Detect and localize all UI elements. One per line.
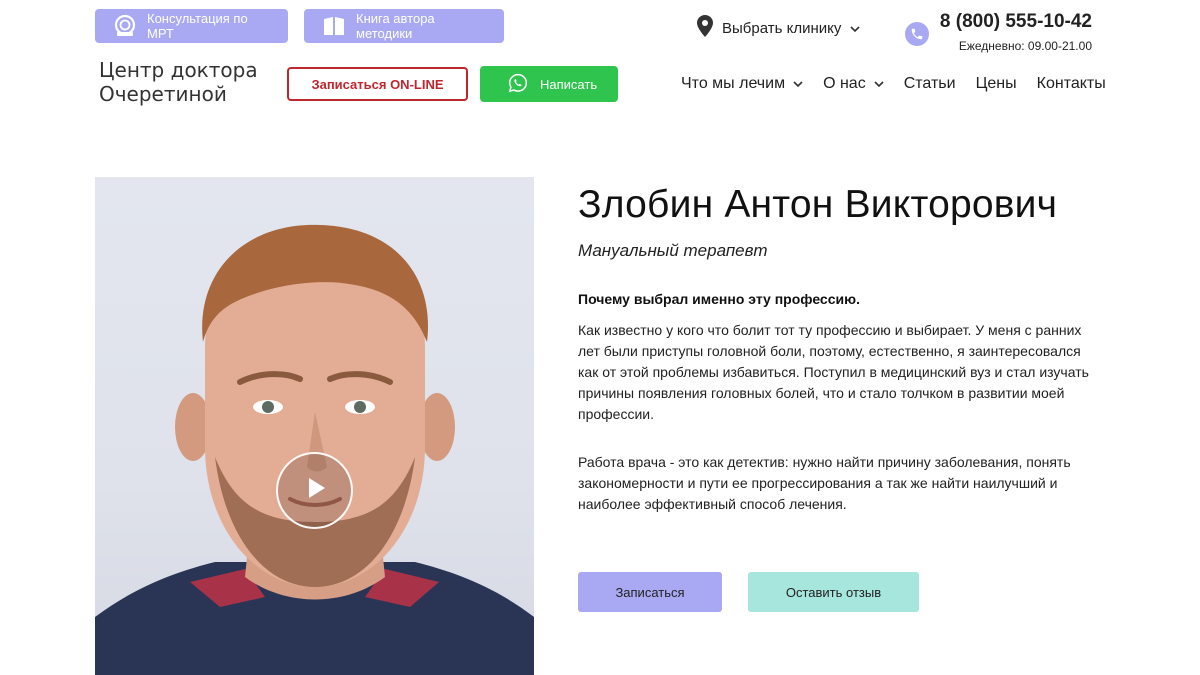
nav-item-label: Что мы лечим: [681, 75, 786, 92]
location-pin-icon: [697, 15, 713, 41]
doctor-name: Злобин Антон Викторович: [578, 183, 1058, 226]
phone-number[interactable]: 8 (800) 555-10-42: [940, 11, 1092, 33]
leave-review-button[interactable]: Оставить отзыв: [748, 572, 919, 612]
nav-item-prices[interactable]: Цены: [976, 75, 1017, 93]
bio-paragraph-1: Как известно у кого что болит тот ту про…: [578, 322, 1089, 422]
chevron-down-icon: [850, 20, 860, 37]
video-play-button[interactable]: [276, 452, 353, 529]
doctor-portrait: [95, 224, 534, 675]
chevron-down-icon: [793, 75, 803, 93]
doctor-video-preview[interactable]: [95, 177, 534, 675]
mri-consultation-button[interactable]: Консультация по МРТ: [95, 9, 288, 43]
nav-item-label: Статьи: [903, 75, 956, 92]
book-appointment-button[interactable]: Записаться: [578, 572, 722, 612]
nav-item-contacts[interactable]: Контакты: [1037, 75, 1106, 93]
site-logo[interactable]: Центр доктора Очеретиной: [99, 58, 279, 106]
whatsapp-icon: [508, 73, 528, 96]
clinic-select-label: Выбрать клинику: [722, 19, 842, 37]
nav-item-label: О нас: [823, 75, 866, 92]
whatsapp-button[interactable]: Написать: [480, 66, 618, 102]
phone-hours: Ежедневно: 09.00-21.00: [958, 39, 1092, 53]
phone-block: 8 (800) 555-10-42 Ежедневно: 09.00-21.00: [905, 11, 1095, 57]
online-booking-button[interactable]: Записаться ON-LINE: [287, 67, 468, 101]
mri-consultation-label: Консультация по МРТ: [147, 11, 248, 41]
logo-line-1: Центр доктора: [99, 58, 258, 82]
nav-item-label: Цены: [975, 75, 1017, 92]
clinic-select[interactable]: Выбрать клинику: [697, 14, 860, 42]
mri-scanner-icon: [113, 14, 137, 38]
author-book-label: Книга автора методики: [356, 11, 435, 41]
nav-item-about[interactable]: О нас: [823, 75, 884, 93]
bio-paragraph-2: Работа врача - это как детектив: нужно н…: [578, 454, 1071, 512]
book-icon: [322, 14, 346, 38]
doctor-specialty: Мануальный терапевт: [578, 241, 768, 260]
main-nav: Что мы лечим О нас Статьи Цены Контакты: [681, 72, 1106, 96]
phone-icon[interactable]: [905, 22, 929, 46]
nav-item-label: Контакты: [1036, 75, 1106, 92]
nav-item-what-we-treat[interactable]: Что мы лечим: [681, 75, 803, 93]
author-book-button[interactable]: Книга автора методики: [304, 9, 504, 43]
chevron-down-icon: [874, 75, 884, 93]
whatsapp-label: Написать: [540, 76, 598, 92]
logo-line-2: Очеретиной: [99, 82, 227, 106]
section-heading: Почему выбрал именно эту профессию.: [578, 291, 860, 307]
play-icon: [300, 473, 330, 508]
nav-item-articles[interactable]: Статьи: [904, 75, 956, 93]
